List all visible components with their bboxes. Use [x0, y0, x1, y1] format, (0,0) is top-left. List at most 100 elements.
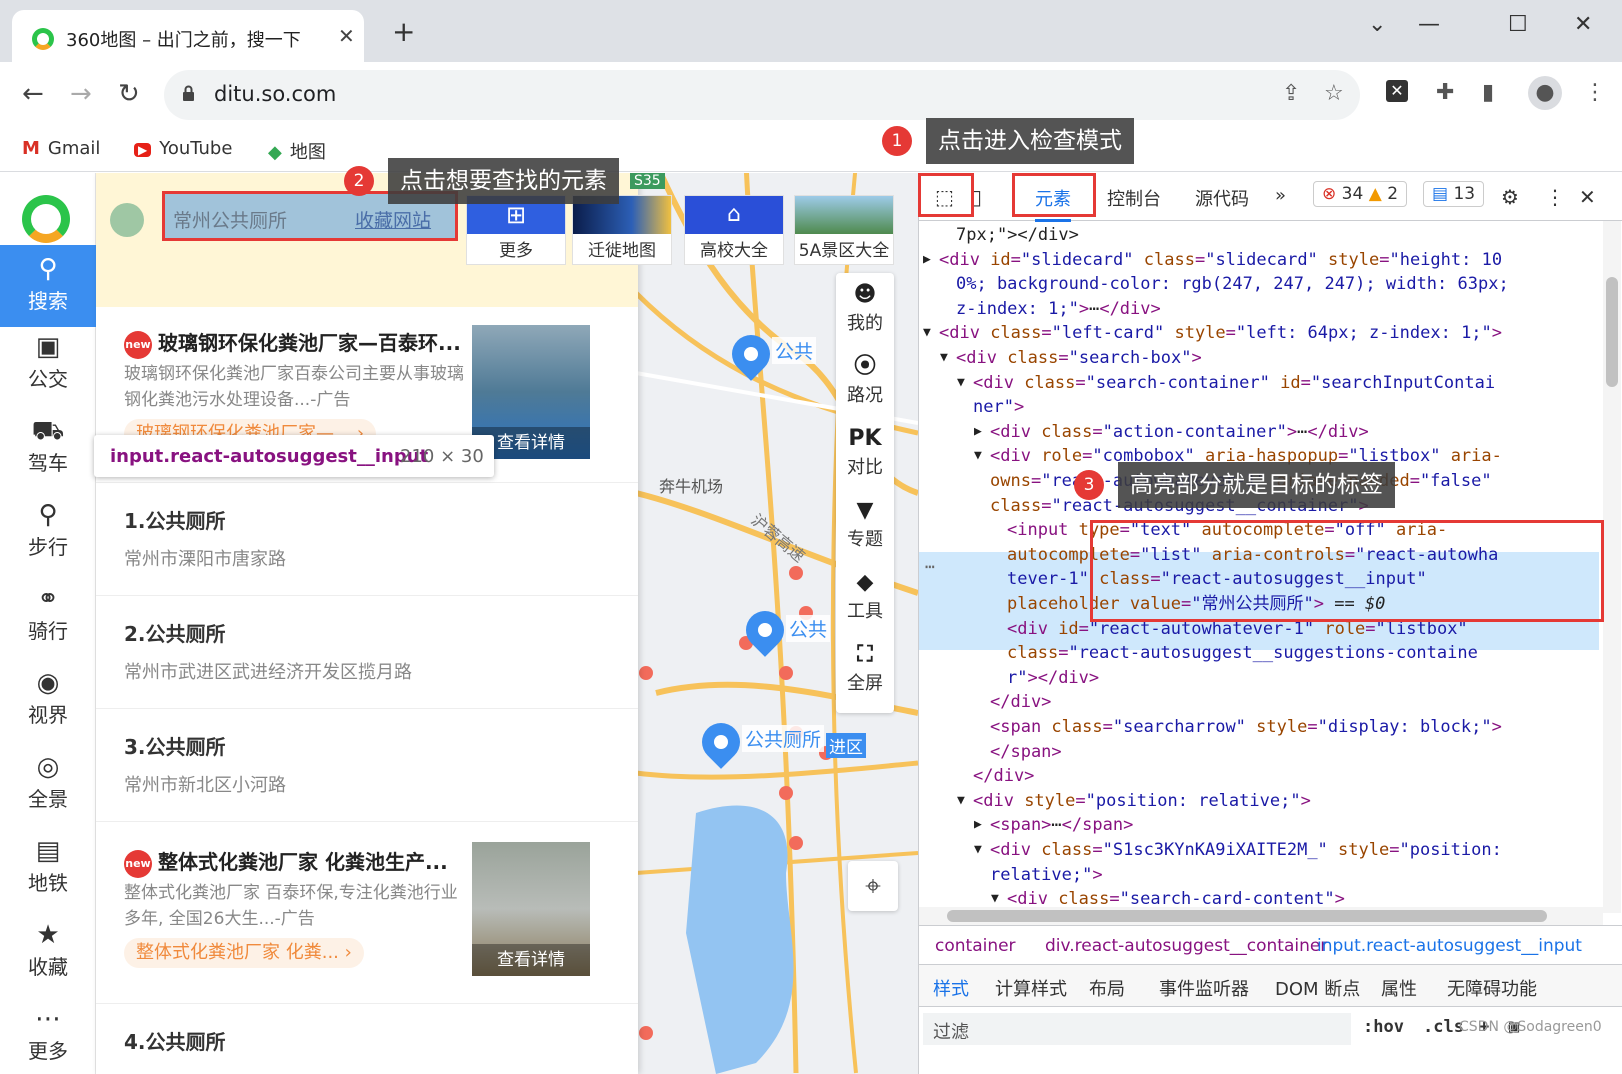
- dom-line[interactable]: 0%; background-color: rgb(247, 247, 247)…: [956, 272, 1509, 297]
- dom-line[interactable]: ner">: [973, 395, 1024, 420]
- bookmark-gmail[interactable]: M Gmail: [22, 138, 100, 159]
- my-location-button[interactable]: ⌖: [848, 861, 898, 911]
- devtools-close-icon[interactable]: ✕: [1579, 185, 1596, 209]
- nav-favorites[interactable]: ★ 收藏: [0, 919, 96, 1001]
- subtab-layout[interactable]: 布局: [1089, 975, 1125, 1001]
- dom-line[interactable]: ▼ <div class="S1sc3KYnKA9iXAITE2M_" style…: [974, 838, 1502, 863]
- dom-line[interactable]: ▼ <div class="search-box">: [940, 346, 1202, 371]
- view-details-button[interactable]: 查看详情: [472, 944, 590, 976]
- message-counter[interactable]: ▤ 13: [1423, 181, 1485, 207]
- expand-arrow-icon[interactable]: ▶: [974, 813, 982, 838]
- browser-tab[interactable]: 360地图 – 出门之前，搜一下 ✕: [12, 10, 364, 62]
- scrollbar-thumb[interactable]: [947, 910, 1547, 922]
- new-tab-button[interactable]: +: [392, 18, 415, 46]
- maximize-icon[interactable]: ☐: [1508, 12, 1528, 37]
- subtab-properties[interactable]: 属性: [1381, 975, 1417, 1001]
- bookmark-youtube[interactable]: ▶ YouTube: [134, 138, 232, 159]
- nav-view[interactable]: ◉ 视界: [0, 667, 96, 749]
- forward-icon[interactable]: →: [70, 80, 92, 108]
- node-actions-ellipsis[interactable]: ⋯: [925, 555, 935, 580]
- collapse-arrow-icon[interactable]: ▼: [957, 371, 965, 396]
- dom-line[interactable]: </span>: [990, 740, 1062, 765]
- subtab-computed[interactable]: 计算样式: [995, 975, 1067, 1001]
- extension-x-icon[interactable]: ✕: [1386, 80, 1408, 102]
- more-tabs-icon[interactable]: »: [1275, 185, 1286, 206]
- map-tool-mine[interactable]: ☻ 我的: [836, 281, 894, 335]
- collapse-arrow-icon[interactable]: ▼: [940, 346, 948, 371]
- nav-panorama[interactable]: ◎ 全景: [0, 751, 96, 833]
- settings-gear-icon[interactable]: ⚙: [1501, 185, 1519, 209]
- side-panel-icon[interactable]: ▮: [1482, 80, 1494, 106]
- dom-line[interactable]: z-index: 1;">⋯</div>: [956, 297, 1161, 322]
- ad-item[interactable]: new 整体式化粪池厂家 化粪池生产... 整体式化粪池厂家 百泰环保,专注化粪池…: [96, 822, 638, 1004]
- window-close-icon[interactable]: ✕: [1574, 12, 1592, 37]
- dom-line[interactable]: relative;">: [990, 863, 1103, 888]
- dom-line[interactable]: ▼ <div class="search-container" id="searc…: [957, 371, 1495, 396]
- minimize-icon[interactable]: —: [1418, 12, 1440, 37]
- bookmark-maps[interactable]: ◆ 地图: [268, 138, 326, 164]
- styles-filter-input[interactable]: 过滤: [923, 1013, 1351, 1045]
- nav-walk[interactable]: ⚲ 步行: [0, 499, 96, 581]
- nav-more[interactable]: ⋯ 更多: [0, 1003, 96, 1074]
- quick-tile-migration[interactable]: 迁徙地图: [572, 195, 672, 265]
- map-tool-fullscreen[interactable]: ⛶ 全屏: [836, 641, 894, 695]
- dom-line[interactable]: <span class="searcharrow" style="display…: [990, 715, 1502, 740]
- reload-icon[interactable]: ↻: [118, 80, 140, 108]
- collapse-arrow-icon[interactable]: ▼: [974, 838, 982, 863]
- bookmark-star-icon[interactable]: ☆: [1324, 81, 1344, 107]
- tab-search-chevron-icon[interactable]: ⌄: [1368, 12, 1386, 37]
- back-icon[interactable]: ←: [22, 80, 44, 108]
- vertical-scrollbar[interactable]: [1603, 221, 1621, 913]
- subtab-event-listeners[interactable]: 事件监听器: [1159, 975, 1249, 1001]
- location-icon[interactable]: [110, 203, 144, 237]
- breadcrumb-item-current[interactable]: input.react-autosuggest__input: [1317, 936, 1582, 956]
- dom-line[interactable]: ▼ <div style="position: relative;">: [957, 789, 1311, 814]
- quick-tile-5a[interactable]: 5A景区大全: [794, 195, 894, 265]
- dom-line[interactable]: ▼ <div class="left-card" style="left: 64p…: [923, 321, 1502, 346]
- subtab-styles[interactable]: 样式: [933, 975, 969, 1001]
- ad-image[interactable]: 查看详情: [472, 842, 590, 976]
- nav-drive[interactable]: ⛟ 驾车: [0, 415, 96, 497]
- expand-arrow-icon[interactable]: ▶: [974, 420, 982, 445]
- hov-toggle[interactable]: :hov: [1363, 1017, 1404, 1037]
- browser-menu-icon[interactable]: ⋮: [1584, 80, 1606, 106]
- profile-avatar-icon[interactable]: ●: [1528, 76, 1562, 110]
- quick-tile-universities[interactable]: ⌂ 高校大全: [684, 195, 784, 265]
- share-icon[interactable]: ⇪: [1282, 81, 1300, 107]
- dom-line[interactable]: ▶ <div class="action-container">⋯</div>: [974, 420, 1369, 445]
- nav-subway[interactable]: ▤ 地铁: [0, 835, 96, 917]
- extensions-puzzle-icon[interactable]: ✚: [1436, 80, 1454, 106]
- result-item[interactable]: 1.公共厕所 常州市溧阳市唐家路: [96, 483, 638, 596]
- dom-line[interactable]: r"></div>: [1007, 666, 1099, 691]
- tab-sources[interactable]: 源代码: [1195, 185, 1249, 211]
- ad-link[interactable]: 整体式化粪池厂家 化粪... ›: [124, 938, 364, 968]
- map-tool-tools[interactable]: ◆ 工具: [836, 569, 894, 623]
- horizontal-scrollbar[interactable]: [919, 907, 1603, 925]
- dom-line[interactable]: </div>: [990, 690, 1051, 715]
- subtab-accessibility[interactable]: 无障碍功能: [1447, 975, 1537, 1001]
- subtab-dom-breakpoints[interactable]: DOM 断点: [1275, 975, 1360, 1001]
- address-bar[interactable]: ditu.so.com ⇪ ☆: [164, 70, 1360, 120]
- issue-counter[interactable]: ⊗ 34 ▲ 2: [1313, 181, 1408, 207]
- favorite-site-link[interactable]: 收藏网站: [355, 206, 431, 233]
- scrollbar-thumb[interactable]: [1606, 277, 1618, 387]
- dom-line[interactable]: ▶ <span>⋯</span>: [974, 813, 1133, 838]
- result-item[interactable]: 2.公共厕所 常州市武进区武进经济开发区揽月路: [96, 596, 638, 709]
- devtools-menu-icon[interactable]: ⋮: [1545, 185, 1565, 209]
- tab-console[interactable]: 控制台: [1107, 185, 1161, 211]
- map-tool-topics[interactable]: ▼ 专题: [836, 497, 894, 551]
- collapse-arrow-icon[interactable]: ▼: [974, 444, 982, 469]
- breadcrumb-item[interactable]: div.react-autosuggest__container: [1045, 936, 1327, 956]
- cls-toggle[interactable]: .cls: [1423, 1017, 1464, 1037]
- dom-line[interactable]: class="react-autosuggest__suggestions-co…: [1007, 641, 1478, 666]
- map-tool-traffic[interactable]: ⦿ 路况: [836, 353, 894, 407]
- 360-logo-icon[interactable]: [22, 195, 70, 243]
- nav-bus[interactable]: ▣ 公交: [0, 331, 96, 413]
- breadcrumb-item[interactable]: container: [935, 936, 1016, 956]
- nav-search[interactable]: ⚲ 搜索: [0, 245, 96, 327]
- result-item[interactable]: 3.公共厕所 常州市新北区小河路: [96, 709, 638, 822]
- result-item[interactable]: 4.公共厕所: [96, 1004, 638, 1074]
- expand-arrow-icon[interactable]: ▶: [923, 248, 931, 273]
- tab-close-icon[interactable]: ✕: [338, 24, 355, 48]
- dom-line[interactable]: ▶ <div id="slidecard" class="slidecard" s…: [923, 248, 1502, 273]
